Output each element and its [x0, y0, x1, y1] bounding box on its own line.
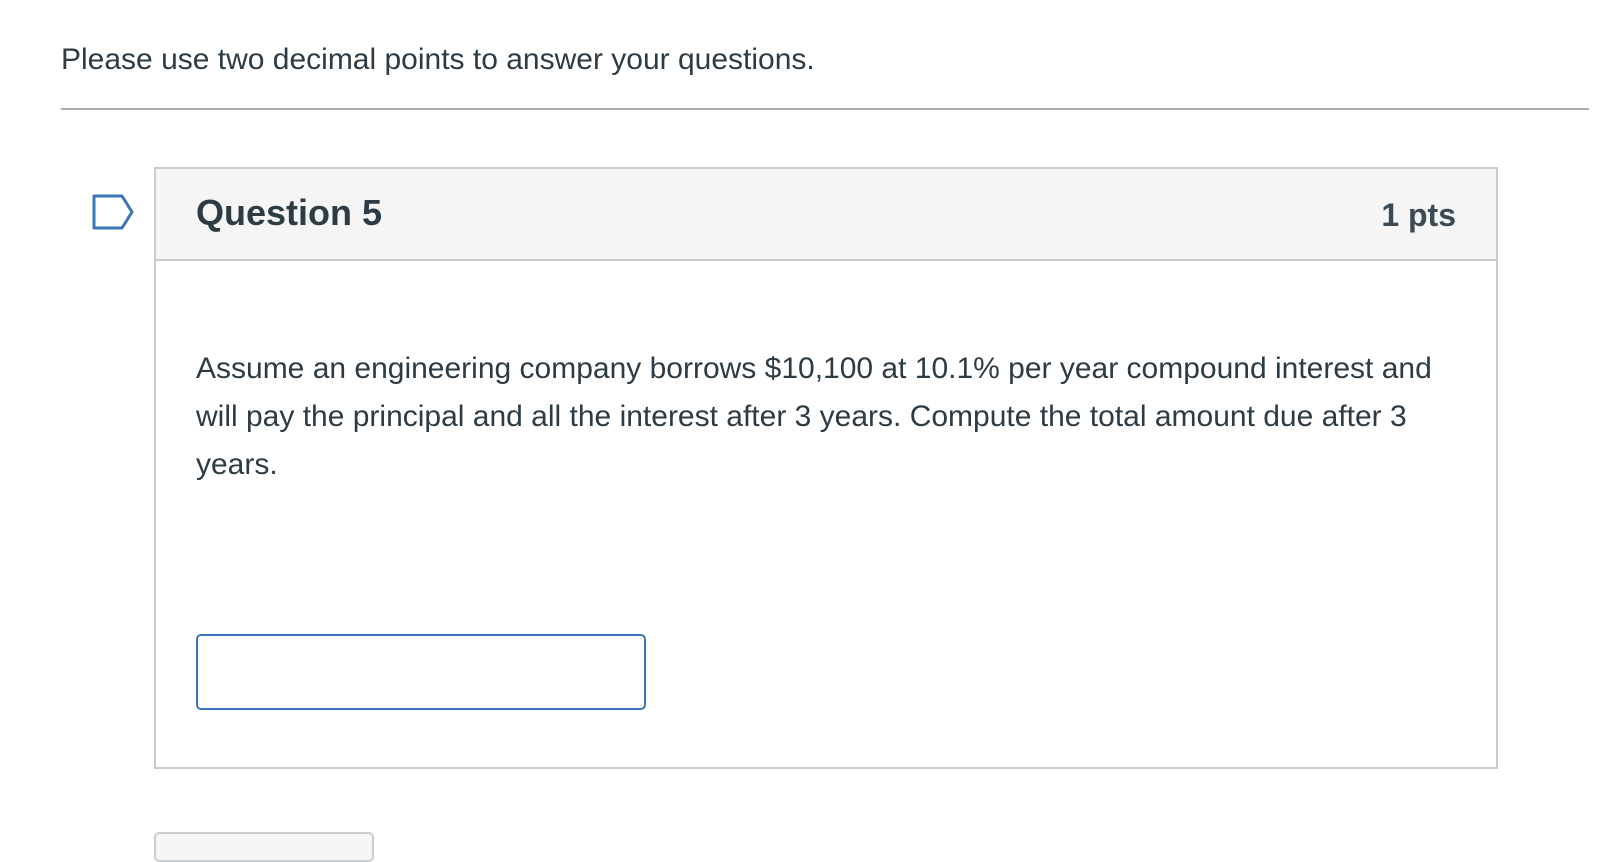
question-text: Assume an engineering company borrows $1… [196, 352, 1432, 481]
flag-question-icon[interactable] [92, 194, 136, 230]
section-divider [61, 108, 1589, 110]
question-points: 1 pts [1381, 197, 1456, 233]
question-title: Question 5 [196, 192, 383, 233]
answer-input[interactable] [196, 634, 646, 710]
quiz-instructions: Please use two decimal points to answer … [61, 43, 815, 76]
next-button[interactable] [154, 832, 374, 862]
question-header: Question 5 1 pts [156, 169, 1496, 261]
question-card: Question 5 1 pts Assume an engineering c… [154, 167, 1498, 769]
